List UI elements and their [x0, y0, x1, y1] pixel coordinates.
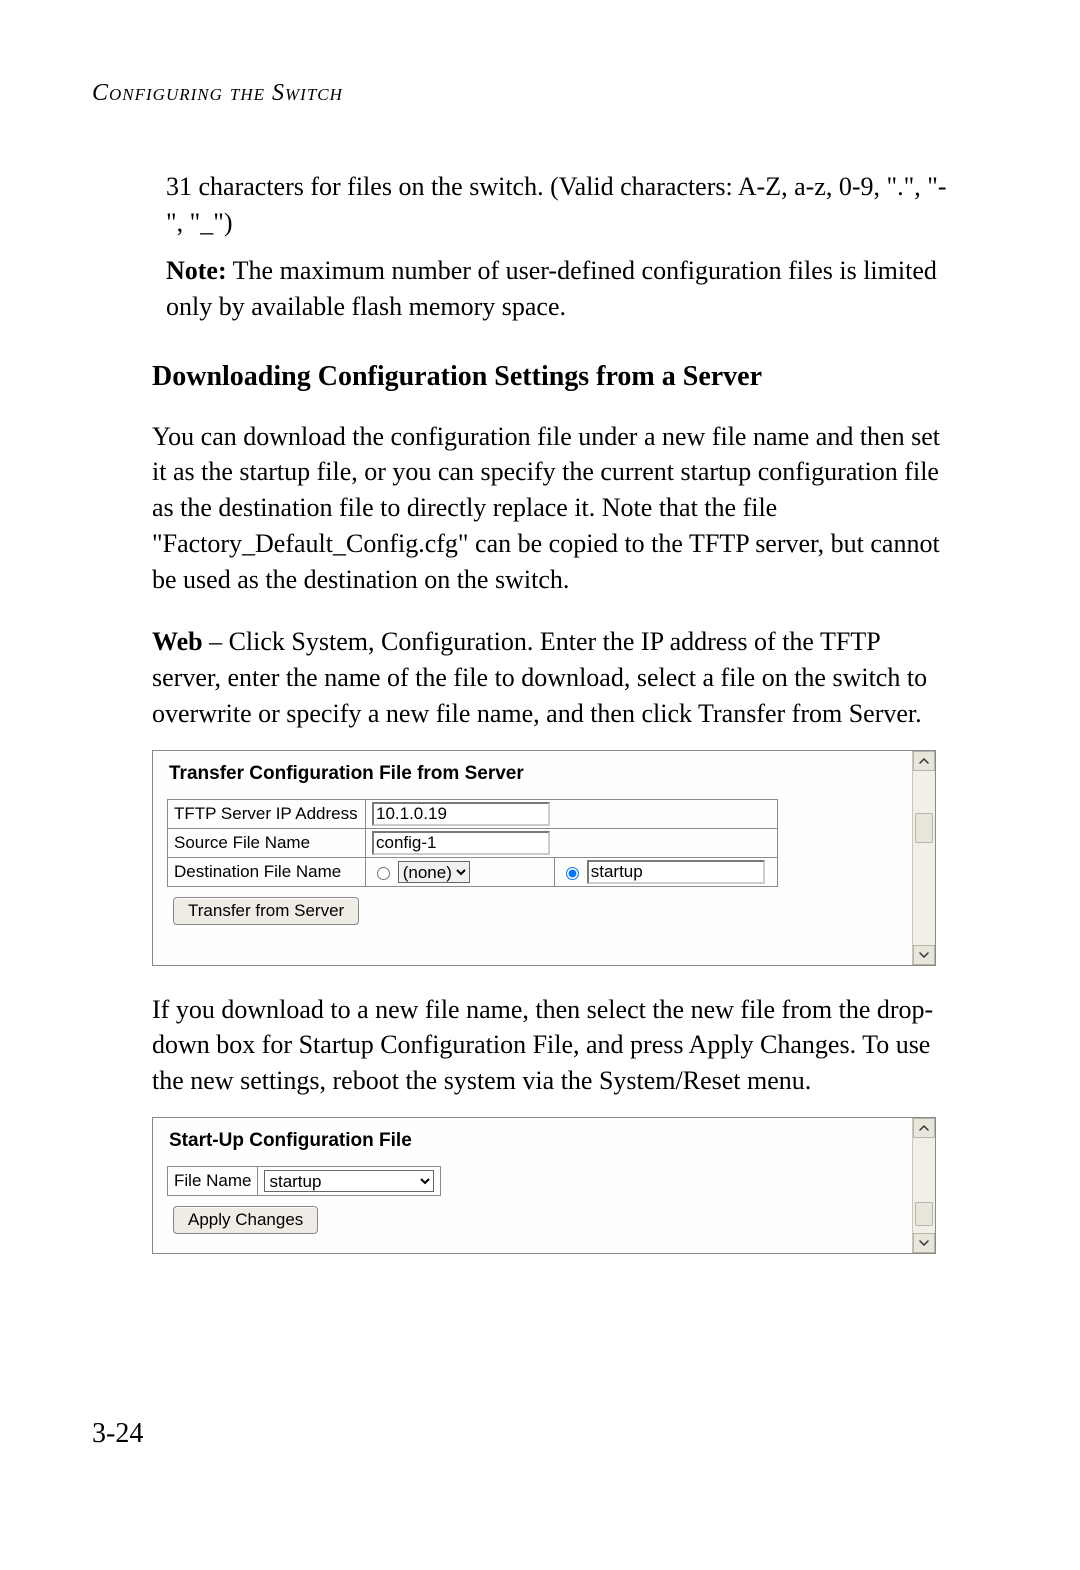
source-input[interactable] [372, 831, 550, 855]
scroll-thumb[interactable] [915, 1202, 933, 1226]
filename-select[interactable]: startup [264, 1170, 434, 1192]
apply-changes-button[interactable]: Apply Changes [173, 1206, 318, 1234]
page-number: 3-24 [92, 1418, 143, 1450]
transfer-config-panel: Transfer Configuration File from Server … [152, 750, 936, 966]
web-label: Web [152, 627, 203, 656]
section-p1: You can download the configuration file … [152, 419, 952, 598]
transfer-panel-title: Transfer Configuration File from Server [153, 751, 935, 789]
ip-cell [366, 799, 778, 828]
transfer-form-table: TFTP Server IP Address Source File Name … [167, 799, 778, 887]
ip-label: TFTP Server IP Address [168, 799, 366, 828]
destination-select-radio[interactable] [377, 867, 390, 880]
destination-select[interactable]: (none) [398, 861, 470, 883]
chevron-down-icon [919, 1238, 929, 1248]
section-p2: Web – Click System, Configuration. Enter… [152, 624, 952, 732]
scroll-up-button[interactable] [913, 1118, 935, 1138]
source-label: Source File Name [168, 828, 366, 857]
ip-input[interactable] [372, 802, 550, 826]
scrollbar[interactable] [912, 1118, 935, 1253]
note-text: The maximum number of user-defined confi… [166, 256, 937, 321]
startup-panel-title: Start-Up Configuration File [153, 1118, 935, 1156]
destination-text-radio[interactable] [566, 867, 579, 880]
filename-cell: startup [258, 1167, 441, 1196]
note-paragraph: Note: The maximum number of user-defined… [166, 253, 952, 325]
scroll-up-button[interactable] [913, 751, 935, 771]
destination-label: Destination File Name [168, 857, 366, 886]
destination-text-input[interactable] [587, 860, 765, 884]
note-label: Note: [166, 256, 227, 285]
section-p2-rest: – Click System, Configuration. Enter the… [152, 627, 927, 728]
running-header: Configuring the Switch [92, 80, 988, 107]
scrollbar[interactable] [912, 751, 935, 965]
source-cell [366, 828, 778, 857]
section-p3: If you download to a new file name, then… [152, 992, 952, 1100]
transfer-from-server-button[interactable]: Transfer from Server [173, 897, 359, 925]
intro-line: 31 characters for files on the switch. (… [166, 169, 952, 241]
chevron-down-icon [919, 950, 929, 960]
chevron-up-icon [919, 756, 929, 766]
row-source: Source File Name [168, 828, 778, 857]
chevron-up-icon [919, 1123, 929, 1133]
startup-form-table: File Name startup [167, 1166, 441, 1196]
startup-config-panel: Start-Up Configuration File File Name st… [152, 1117, 936, 1254]
destination-text-cell [555, 857, 778, 886]
destination-select-cell: (none) [366, 857, 555, 886]
scroll-down-button[interactable] [913, 1233, 935, 1253]
scroll-down-button[interactable] [913, 945, 935, 965]
row-ip: TFTP Server IP Address [168, 799, 778, 828]
scroll-thumb[interactable] [915, 813, 933, 843]
filename-label: File Name [168, 1167, 258, 1196]
section-heading: Downloading Configuration Settings from … [152, 361, 988, 393]
row-filename: File Name startup [168, 1167, 441, 1196]
row-destination: Destination File Name (none) [168, 857, 778, 886]
